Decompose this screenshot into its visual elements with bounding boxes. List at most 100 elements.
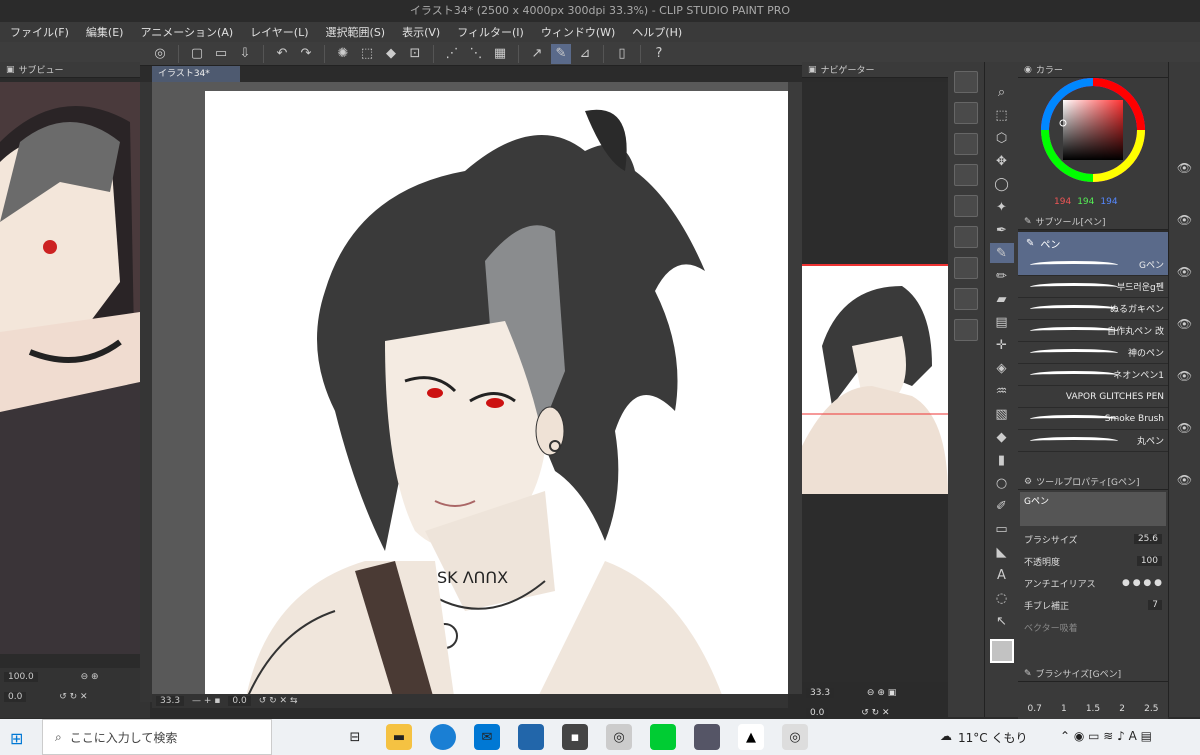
brush-size-preset[interactable]: 1.5 — [1086, 704, 1100, 714]
menu-view[interactable]: 表示(V) — [402, 24, 440, 40]
main-color-swatch[interactable] — [989, 639, 1014, 663]
rotate-buttons[interactable]: ↺ ↻ ✕ ⇆ — [259, 696, 298, 706]
canvas-rotate[interactable]: 0.0 — [228, 696, 251, 706]
fill-bucket-icon[interactable]: ◆ — [990, 427, 1014, 447]
new-file-icon[interactable]: ▢ — [187, 44, 207, 64]
pencil-tool-icon[interactable]: ✏ — [990, 266, 1014, 286]
menu-help[interactable]: ヘルプ(H) — [632, 24, 682, 40]
clip-studio-icon[interactable]: ◎ — [150, 44, 170, 64]
stabilization-value[interactable]: 7 — [1148, 600, 1162, 610]
layer-icon[interactable] — [954, 195, 978, 217]
eyedropper-icon[interactable]: ✒ — [990, 220, 1014, 240]
tray-icons[interactable]: ⌃ ◉ ▭ ≋ ♪ A ▤ — [1060, 729, 1152, 743]
opacity-value[interactable]: 100 — [1136, 556, 1162, 566]
invert-selection-icon[interactable]: ⋱ — [466, 44, 486, 64]
transform-icon[interactable]: ⊡ — [405, 44, 425, 64]
magic-wand-icon[interactable]: ✦ — [990, 197, 1014, 217]
line-icon[interactable] — [650, 724, 676, 750]
lasso-tool-icon[interactable]: ◯ — [990, 174, 1014, 194]
color-wheel[interactable] — [1018, 78, 1168, 188]
canvas-area[interactable]: NSK ꓥꓵꓵꓫ — [152, 82, 802, 694]
history-icon[interactable] — [954, 288, 978, 310]
brush-item[interactable]: ぬるガキペン — [1018, 298, 1168, 320]
layer-visibility-icons[interactable]: 👁 👁 👁 👁 👁 👁 👁 — [1169, 142, 1200, 506]
snap-ruler-icon[interactable]: ↗ — [527, 44, 547, 64]
save-icon[interactable]: ⇩ — [235, 44, 255, 64]
brush-size-preset[interactable]: 1 — [1061, 704, 1067, 714]
menu-selection[interactable]: 選択範囲(S) — [326, 24, 386, 40]
brush-item[interactable]: Gペン — [1018, 254, 1168, 276]
canvas-scrollbar-vertical[interactable] — [788, 82, 802, 694]
brush-size-preset[interactable]: 0.7 — [1028, 704, 1042, 714]
text-tool-icon[interactable]: A — [990, 565, 1014, 585]
brush-item[interactable]: 自作丸ペン 改 — [1018, 320, 1168, 342]
navigator-rotate[interactable]: 0.0 — [806, 708, 829, 718]
grid-icon[interactable] — [954, 164, 978, 186]
explorer-icon[interactable]: ▬ — [386, 724, 412, 750]
subtool-group-tab[interactable]: ✎ ペン — [1018, 232, 1168, 254]
layer-property-icon[interactable] — [954, 102, 978, 124]
edit-icon[interactable] — [954, 319, 978, 341]
snap-grid-icon[interactable]: ⊿ — [575, 44, 595, 64]
brush-item[interactable]: 丸ペン — [1018, 430, 1168, 452]
undo-icon[interactable]: ↶ — [272, 44, 292, 64]
balloon-tool-icon[interactable]: ◌ — [990, 588, 1014, 608]
decoration-tool-icon[interactable]: ✛ — [990, 335, 1014, 355]
clear-icon[interactable]: ✺ — [333, 44, 353, 64]
fill-tool-icon[interactable]: ▧ — [990, 404, 1014, 424]
subview-zoom[interactable]: 100.0 — [4, 672, 38, 682]
zoom-slider[interactable]: — + ▪ — [192, 696, 220, 706]
taskbar-search[interactable]: ⌕ ここに入力して検索 — [42, 719, 272, 755]
import-icon[interactable] — [954, 71, 978, 93]
menu-filter[interactable]: フィルター(I) — [457, 24, 524, 40]
deselect-icon[interactable]: ⋰ — [442, 44, 462, 64]
frame-tool-icon[interactable]: ▭ — [990, 519, 1014, 539]
brush-item[interactable]: 부드러운g펜 — [1018, 276, 1168, 298]
snap-special-ruler-icon[interactable]: ✎ — [551, 43, 571, 64]
antialias-options[interactable]: ● ● ● ● — [1122, 578, 1162, 588]
move-tool-icon[interactable]: ✥ — [990, 151, 1014, 171]
brush-tool-icon[interactable]: ▰ — [990, 289, 1014, 309]
mail-icon[interactable]: ✉ — [474, 724, 500, 750]
clear-outside-icon[interactable]: ⬚ — [357, 44, 377, 64]
navigator-rotate-buttons[interactable]: ↺ ↻ ✕ — [861, 708, 889, 718]
weather-widget[interactable]: ☁ 11°C くもり — [940, 729, 1027, 746]
task-view-icon[interactable]: ⊟ — [342, 724, 368, 750]
stabilization-row[interactable]: 手ブレ補正 7 — [1018, 594, 1168, 616]
airbrush-tool-icon[interactable]: ▤ — [990, 312, 1014, 332]
antialias-row[interactable]: アンチエイリアス ● ● ● ● — [1018, 572, 1168, 594]
brush-size-preset[interactable]: 2 — [1119, 704, 1125, 714]
app-icon[interactable]: ▪ — [562, 724, 588, 750]
material-icon[interactable] — [954, 226, 978, 248]
zoom-in-icon[interactable]: ⊖ ⊕ — [81, 672, 99, 682]
brush-item[interactable]: ネオンペン1 — [1018, 364, 1168, 386]
navigator-zoom-buttons[interactable]: ⊖ ⊕ ▣ — [867, 688, 896, 698]
open-folder-icon[interactable]: ▭ — [211, 44, 231, 64]
figure-tool-icon[interactable]: ○ — [990, 473, 1014, 493]
ruler-tool-icon[interactable]: ✐ — [990, 496, 1014, 516]
subview-scrollbar[interactable] — [140, 82, 152, 702]
clip-studio-app-icon[interactable]: ◎ — [782, 724, 808, 750]
correct-line-icon[interactable]: ↖ — [990, 611, 1014, 631]
eraser-tool-icon[interactable]: ◈ — [990, 358, 1014, 378]
canvas-paper[interactable]: NSK ꓥꓵꓵꓫ — [205, 91, 788, 694]
menu-window[interactable]: ウィンドウ(W) — [541, 24, 615, 40]
canvas-zoom[interactable]: 33.3 — [156, 696, 185, 706]
navigator-zoom[interactable]: 33.3 — [806, 688, 835, 698]
device-icon[interactable]: ▯ — [612, 44, 632, 64]
windows-start-icon[interactable]: ⊞ — [10, 729, 23, 748]
zoom-tool-icon[interactable]: ⌕ — [990, 82, 1014, 102]
brush-size-preset[interactable]: 2.5 — [1144, 704, 1158, 714]
subview-rotate[interactable]: 0.0 — [4, 692, 27, 702]
brand-icon[interactable]: ▲ — [738, 724, 764, 750]
vector-snap-row[interactable]: ベクター吸着 — [1018, 616, 1168, 638]
fill-icon[interactable]: ◆ — [381, 44, 401, 64]
brush-size-row[interactable]: ブラシサイズ 25.6 — [1018, 528, 1168, 550]
edge-icon[interactable] — [430, 724, 456, 750]
menu-file[interactable]: ファイル(F) — [10, 24, 69, 40]
selection-tool-icon[interactable]: ⬚ — [990, 105, 1014, 125]
rotate-icons[interactable]: ↺ ↻ ✕ — [59, 692, 87, 702]
canvas-tab[interactable]: イラスト34* — [152, 66, 240, 82]
store-icon[interactable] — [518, 724, 544, 750]
clip-studio-paint-icon[interactable] — [694, 724, 720, 750]
